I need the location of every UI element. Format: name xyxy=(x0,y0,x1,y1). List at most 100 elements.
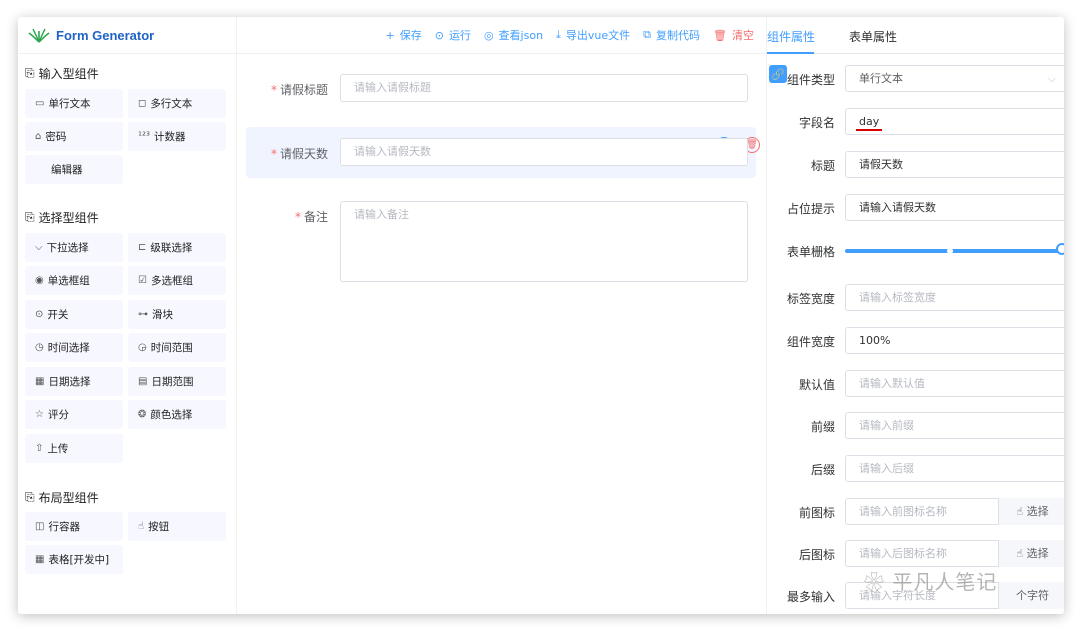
app-title: Form Generator xyxy=(56,27,155,43)
prop-label: 后图标 xyxy=(798,548,835,562)
form-label: * 请假标题 xyxy=(270,83,328,97)
upload-icon: ⇧ xyxy=(35,443,44,454)
comp-switch[interactable]: ⊙ 开关 xyxy=(25,300,123,329)
leave-days-input[interactable]: 请输入请假天数 xyxy=(340,138,748,166)
select-icon: ⌵ xyxy=(35,242,43,253)
delete-icon: 🗑 xyxy=(713,28,727,42)
comp-rate[interactable]: ☆ 评分 xyxy=(25,400,123,429)
prop-label: 默认值 xyxy=(798,378,835,392)
comp-number[interactable]: ¹²³ 计数器 xyxy=(128,122,226,151)
button-icon: ☝ xyxy=(138,521,145,532)
form-label: * 备注 xyxy=(294,210,328,224)
rate-icon: ☆ xyxy=(35,409,44,420)
comp-time[interactable]: ◷ 时间选择 xyxy=(25,333,123,362)
pointer-icon: ☝ xyxy=(1016,547,1027,560)
tab-component-props[interactable]: 组件属性 xyxy=(767,28,815,45)
comp-button[interactable]: ☝ 按钮 xyxy=(128,512,226,541)
comp-time-range[interactable]: ◶ 时间范围 xyxy=(128,333,226,362)
plus-icon: + xyxy=(385,28,395,42)
table-icon: ▦ xyxy=(35,554,45,565)
component-palette: Form Generator ⎘ 输入型组件 ▭ 单行文本 ◻ 多行文本 ⌂ 密码 ¹²… xyxy=(18,17,237,614)
comp-slider[interactable]: ⊶ 滑块 xyxy=(128,300,226,329)
comp-input[interactable]: ▭ 单行文本 xyxy=(25,89,123,118)
active-tab-indicator xyxy=(767,52,814,54)
prop-label: 后缀 xyxy=(810,463,835,477)
save-button[interactable]: + 保存 xyxy=(386,27,422,43)
spell-underline xyxy=(856,129,882,131)
slider-handle[interactable] xyxy=(1056,243,1064,255)
comp-password[interactable]: ⌂ 密码 xyxy=(25,122,123,151)
prefix-input[interactable]: 请输入前缀 xyxy=(845,412,1064,439)
comp-radio[interactable]: ◉ 单选框组 xyxy=(25,266,123,295)
group-title-layout: ⎘ 布局型组件 xyxy=(25,490,99,505)
input-icon: ▭ xyxy=(35,98,45,109)
number-icon: ¹²³ xyxy=(138,131,151,142)
tab-form-props[interactable]: 表单属性 xyxy=(849,28,897,45)
property-tabs: 组件属性 表单属性 xyxy=(767,17,1064,54)
toolbar: + 保存 ⊙ 运行 ◎ 查看json ⤓ 导出vue文件 ⧉ 复制代码 🗑 清空 xyxy=(236,17,766,53)
password-icon: ⌂ xyxy=(35,131,42,142)
watermark: ❀ 平凡人笔记 xyxy=(864,570,998,594)
default-value-input[interactable]: 请输入默认值 xyxy=(845,370,1064,397)
slider-icon: ⊶ xyxy=(138,309,148,320)
clear-button[interactable]: 🗑 清空 xyxy=(713,27,754,43)
select-prefix-icon-button[interactable]: ☝ 选择 xyxy=(998,498,1064,525)
comp-checkbox[interactable]: ☑ 多选框组 xyxy=(128,266,226,295)
prop-label: 最多输入 xyxy=(786,590,835,604)
select-suffix-icon-button[interactable]: ☝ 选择 xyxy=(998,540,1064,567)
comp-cascader[interactable]: ⊏ 级联选择 xyxy=(128,233,226,262)
app-logo: Form Generator xyxy=(18,17,236,54)
comp-select[interactable]: ⌵ 下拉选择 xyxy=(25,233,123,262)
color-icon: ❂ xyxy=(138,409,147,420)
run-button[interactable]: ⊙ 运行 xyxy=(435,27,471,43)
radio-icon: ◉ xyxy=(35,275,44,286)
comp-row[interactable]: ◫ 行容器 xyxy=(25,512,123,541)
form-label: * 请假天数 xyxy=(270,147,328,161)
prop-label: 前缀 xyxy=(810,420,835,434)
suffix-input[interactable]: 请输入后缀 xyxy=(845,455,1064,482)
time-range-icon: ◶ xyxy=(138,342,147,353)
row-icon: ◫ xyxy=(35,521,45,532)
component-type-select[interactable]: 单行文本 ⌵ xyxy=(845,65,1064,92)
component-group-icon: ⎘ xyxy=(25,210,35,224)
leave-title-input[interactable]: 请输入请假标题 xyxy=(340,74,748,102)
group-title-input: ⎘ 输入型组件 xyxy=(25,66,99,81)
date-range-icon: ▤ xyxy=(138,376,148,387)
label-width-input[interactable]: 请输入标签宽度 xyxy=(845,284,1064,311)
component-group-icon: ⎘ xyxy=(25,490,35,504)
group-title-select: ⎘ 选择型组件 xyxy=(25,210,99,225)
copy-code-button[interactable]: ⧉ 复制代码 xyxy=(643,27,700,43)
comp-date-range[interactable]: ▤ 日期范围 xyxy=(128,367,226,396)
comp-table[interactable]: ▦ 表格[开发中] xyxy=(25,545,123,574)
component-group-icon: ⎘ xyxy=(25,66,35,80)
view-json-button[interactable]: ◎ 查看json xyxy=(484,27,543,43)
download-icon: ⤓ xyxy=(556,28,561,41)
prefix-icon-input[interactable]: 请输入前图标名称 ☝ 选择 xyxy=(845,498,1064,525)
title-input[interactable]: 请假天数 xyxy=(845,151,1064,178)
comp-upload[interactable]: ⇧ 上传 xyxy=(25,434,123,463)
chevron-down-icon: ⌵ xyxy=(1047,72,1056,85)
comp-editor[interactable]: 编辑器 xyxy=(25,155,123,184)
prop-label: 标签宽度 xyxy=(786,292,835,306)
prop-label: 占位提示 xyxy=(786,202,835,216)
comp-textarea[interactable]: ◻ 多行文本 xyxy=(128,89,226,118)
comp-color[interactable]: ❂ 颜色选择 xyxy=(128,400,226,429)
pointer-icon: ☝ xyxy=(1016,505,1027,518)
grid-span-slider[interactable] xyxy=(845,249,1063,253)
prop-label: 前图标 xyxy=(798,506,835,520)
comp-date[interactable]: ▦ 日期选择 xyxy=(25,367,123,396)
component-width-input[interactable]: 100% xyxy=(845,327,1064,354)
cascader-icon: ⊏ xyxy=(138,242,147,253)
copy-icon: ⧉ xyxy=(643,28,652,41)
suffix-icon-input[interactable]: 请输入后图标名称 ☝ 选择 xyxy=(845,540,1064,567)
remark-textarea[interactable]: 请输入备注 xyxy=(340,201,748,282)
switch-icon: ⊙ xyxy=(35,309,44,320)
placeholder-input[interactable]: 请输入请假天数 xyxy=(845,194,1064,221)
logo-icon xyxy=(28,28,50,43)
play-icon: ⊙ xyxy=(434,28,444,42)
export-vue-button[interactable]: ⤓ 导出vue文件 xyxy=(556,27,630,43)
field-name-input[interactable]: day xyxy=(845,108,1064,135)
prop-label: 组件类型 xyxy=(786,73,835,87)
link-icon[interactable]: 🔗 xyxy=(769,65,787,83)
prop-label: 字段名 xyxy=(798,116,835,130)
